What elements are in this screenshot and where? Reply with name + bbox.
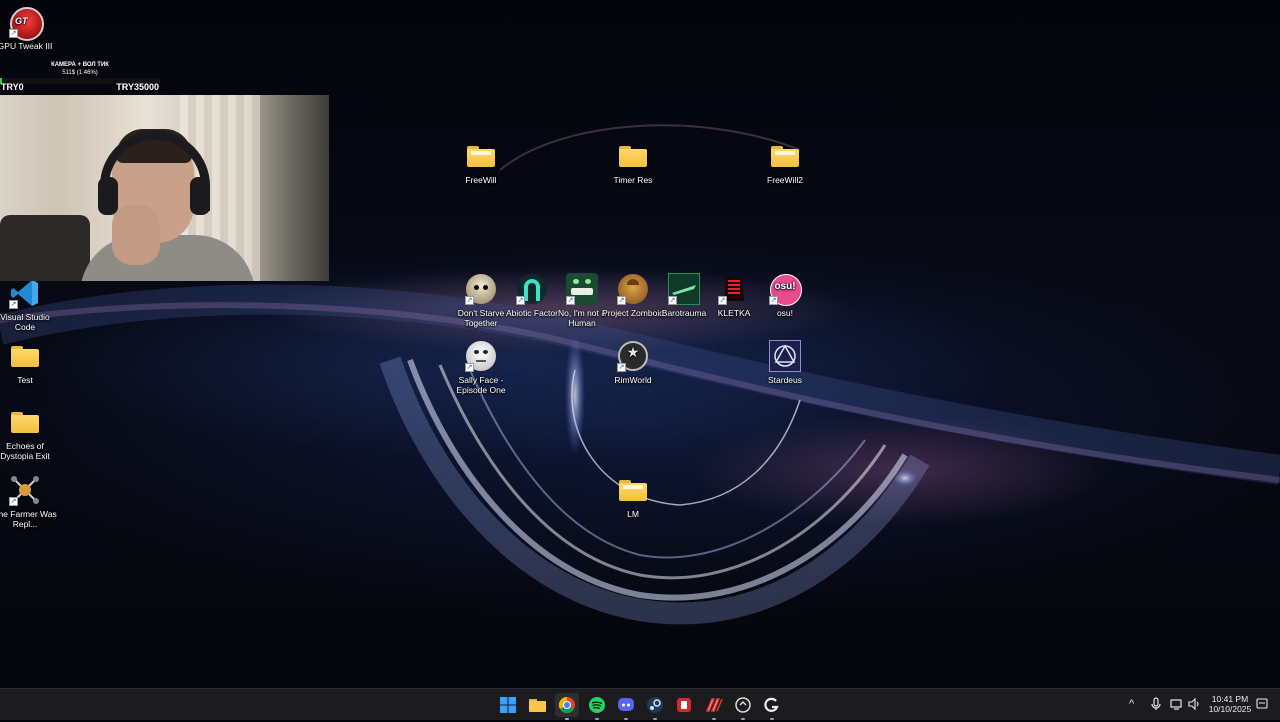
osu-icon-text: osu! (774, 281, 796, 292)
desktop-icon-gpu-tweak[interactable]: GT ↗ GPU Tweak III (0, 6, 61, 51)
kletka-icon: ↗ (718, 273, 750, 305)
windows-start-icon[interactable] (496, 693, 520, 717)
desktop-icon-folder-freewill[interactable]: FreeWill (445, 140, 517, 185)
folder-icon (9, 340, 41, 372)
network-icon[interactable] (1170, 697, 1184, 715)
stripes-app-icon[interactable] (702, 693, 726, 720)
desktop-icon-folder-freewill2[interactable]: FreeWill2 (749, 140, 821, 185)
icon-label: GPU Tweak III (0, 41, 53, 51)
goal-end-label: TRY35000 (116, 82, 159, 92)
icon-label: Echoes of Dystopia Exit (0, 441, 50, 461)
clock[interactable]: 10:41 PM 10/10/2025 (1206, 694, 1254, 714)
microphone-icon[interactable] (1150, 697, 1162, 715)
desktop-icon-osu[interactable]: osu! ↗ osu! (749, 273, 821, 318)
barotrauma-icon: ↗ (668, 273, 700, 305)
desktop-icon-folder-test[interactable]: Test (0, 340, 61, 385)
icon-label: osu! (776, 308, 794, 318)
icon-label: Visual Studio Code (0, 312, 50, 332)
icon-label: Test (17, 375, 33, 385)
folder-icon (465, 140, 497, 172)
file-explorer-icon[interactable] (525, 693, 549, 717)
desktop-icon-vscode[interactable]: ↗ Visual Studio Code (0, 277, 61, 332)
clock-date: 10/10/2025 (1208, 704, 1252, 714)
steam-icon[interactable] (643, 693, 667, 720)
icon-label: FreeWill (465, 175, 497, 185)
discord-icon[interactable] (614, 693, 638, 720)
chrome-icon[interactable] (555, 693, 579, 720)
project-zomboid-icon: ↗ (617, 273, 649, 305)
desktop-icon-folder-echoes[interactable]: Echoes of Dystopia Exit (0, 406, 61, 461)
icon-label: Sally Face - Episode One (456, 375, 506, 395)
icon-label: FreeWill2 (767, 175, 803, 185)
icon-label: LM (627, 509, 639, 519)
volume-icon[interactable] (1187, 697, 1201, 715)
folder-icon (617, 474, 649, 506)
spotify-icon[interactable] (585, 693, 609, 720)
desktop-icon-sally-face[interactable]: ↗ Sally Face - Episode One (445, 340, 517, 395)
abiotic-factor-icon: ↗ (516, 273, 548, 305)
goal-start-label: TRY0 (1, 82, 24, 92)
stardeus-icon (769, 340, 801, 372)
folder-icon (9, 406, 41, 438)
folder-icon (769, 140, 801, 172)
icon-label: RimWorld (614, 375, 652, 385)
icon-label: The Farmer Was Repl... (0, 509, 57, 529)
g-app-icon[interactable] (760, 693, 784, 720)
gpu-tweak-icon: GT ↗ (9, 6, 44, 41)
folder-icon (617, 140, 649, 172)
notifications-icon[interactable] (1256, 697, 1268, 715)
goal-title: КАМЕРА + ВОЛ ТИК (51, 62, 109, 68)
sally-face-icon: ↗ (465, 340, 497, 372)
farmer-drone-icon: ↗ (9, 474, 41, 506)
desktop-icon-folder-lm[interactable]: LM (597, 474, 669, 519)
clock-time: 10:41 PM (1211, 694, 1249, 704)
icon-label: Timer Res (613, 175, 653, 185)
desktop-icon-stardeus[interactable]: Stardeus (749, 340, 821, 385)
red-app-icon[interactable] (672, 693, 696, 717)
circle-app-icon[interactable] (731, 693, 755, 720)
desktop-icon-rimworld[interactable]: ★ ↗ RimWorld (597, 340, 669, 385)
rimworld-icon: ★ ↗ (617, 340, 649, 372)
not-human-icon: ↗ (566, 273, 598, 305)
webcam-feed (0, 95, 329, 281)
desktop-icon-farmer[interactable]: ↗ The Farmer Was Repl... (0, 474, 61, 529)
desktop-icon-folder-timer-res[interactable]: Timer Res (597, 140, 669, 185)
icon-label: Stardeus (767, 375, 803, 385)
dont-starve-icon: ↗ (465, 273, 497, 305)
osu-icon: osu! ↗ (769, 273, 802, 306)
goal-progress-text: 511$ (1.46%) (62, 70, 98, 76)
taskbar: ^ 10:41 PM 10/10/2025 (0, 688, 1280, 720)
show-hidden-icons-button[interactable]: ^ (1129, 697, 1134, 711)
vscode-icon: ↗ (9, 277, 41, 309)
donation-goal-overlay: КАМЕРА + ВОЛ ТИК 511$ (1.46%) TRY0 TRY35… (0, 62, 160, 92)
